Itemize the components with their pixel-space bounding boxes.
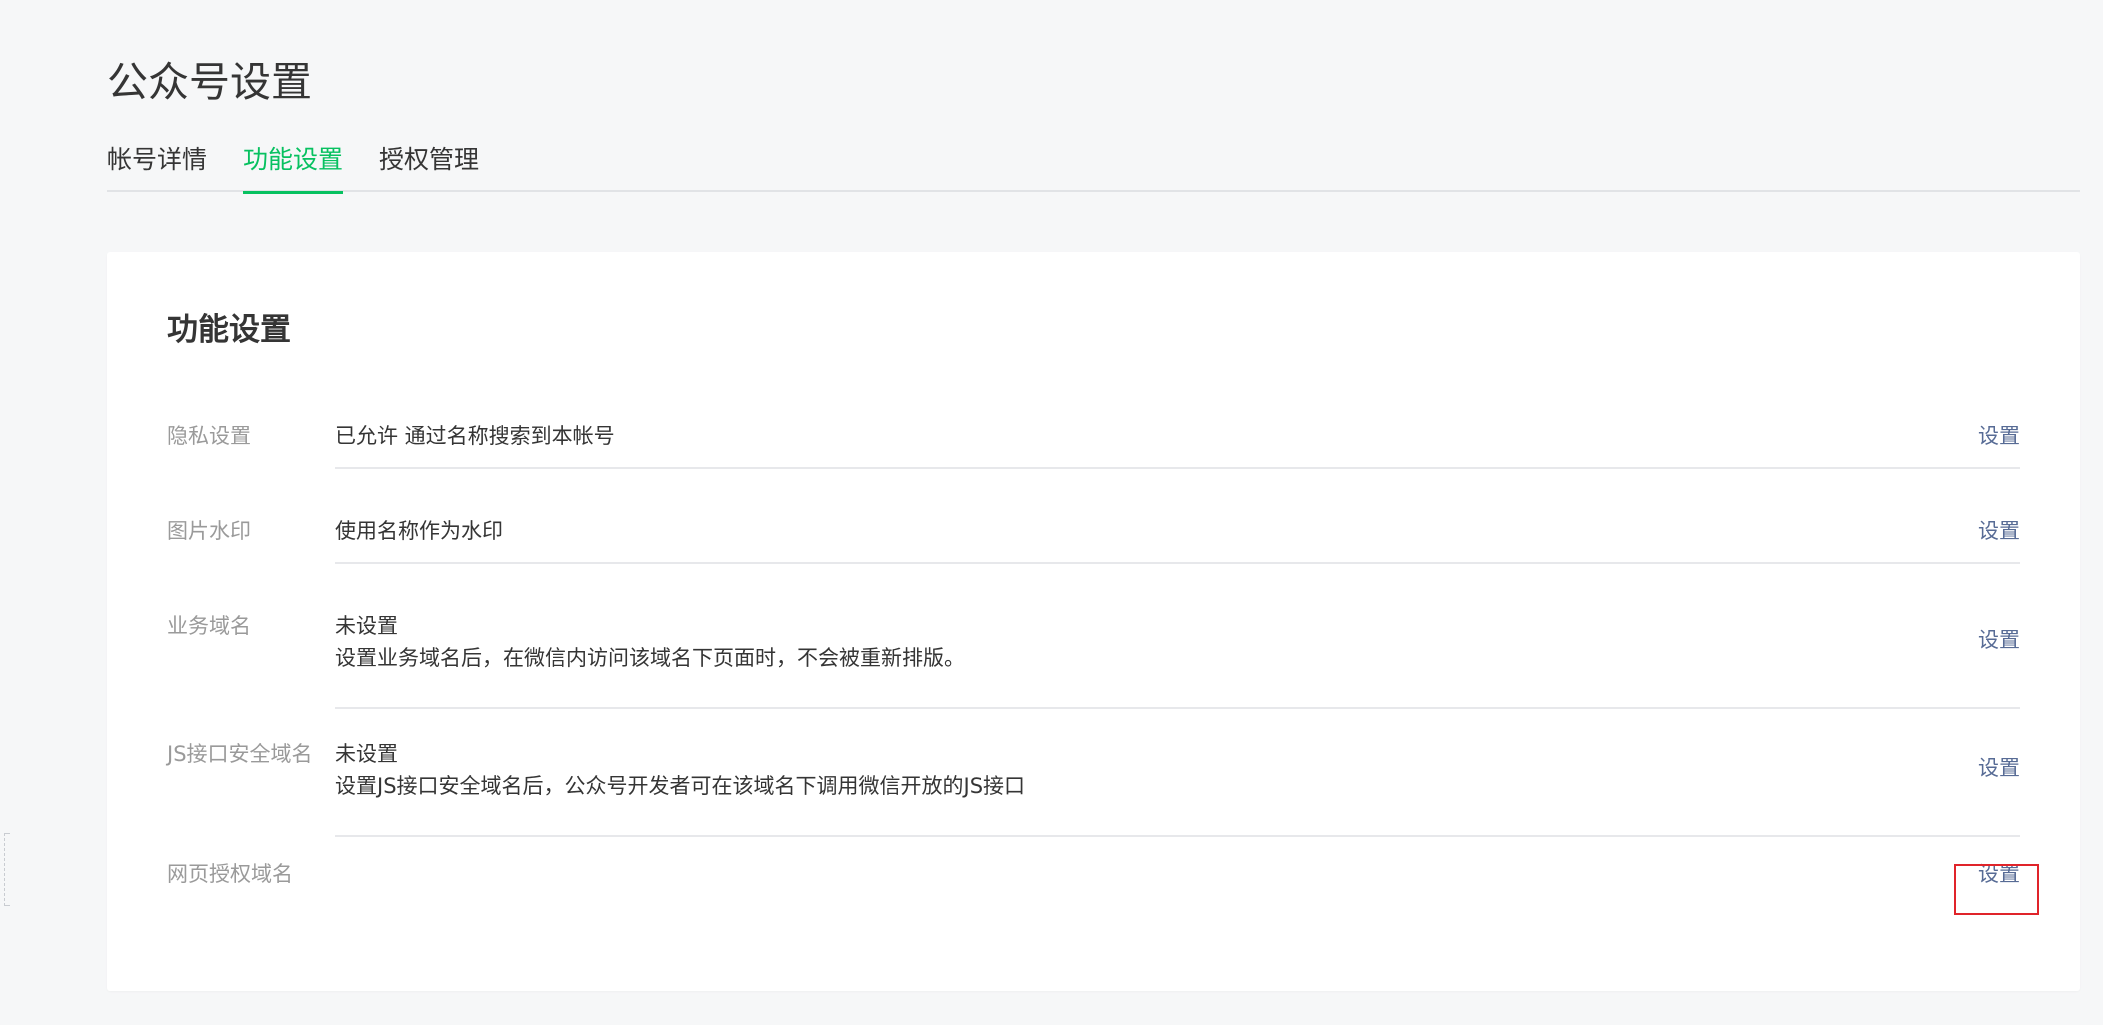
page-title: 公众号设置 xyxy=(107,58,312,106)
tab-authorization-management[interactable]: 授权管理 xyxy=(379,140,479,192)
row-divider xyxy=(335,707,2020,709)
settings-row-web-auth-domain: 网页授权域名 设置 xyxy=(167,858,2020,928)
settings-row-js-domain: JS接口安全域名 未设置 设置JS接口安全域名后，公众号开发者可在该域名下调用微… xyxy=(167,738,2020,866)
row-divider xyxy=(335,467,2020,469)
row-description: 设置JS接口安全域名后，公众号开发者可在该域名下调用微信开放的JS接口 xyxy=(335,774,1026,798)
privacy-settings-link[interactable]: 设置 xyxy=(1978,420,2020,452)
settings-row-watermark: 图片水印 使用名称作为水印 设置 xyxy=(167,515,2020,611)
row-label: JS接口安全域名 xyxy=(167,742,313,766)
row-label: 业务域名 xyxy=(167,614,251,638)
settings-page: 公众号设置 帐号详情 功能设置 授权管理 功能设置 隐私设置 已允许 通过名称搜… xyxy=(0,0,2103,1025)
row-description: 设置业务域名后，在微信内访问该域名下页面时，不会被重新排版。 xyxy=(335,646,965,670)
row-value: 已允许 通过名称搜索到本帐号 xyxy=(335,424,615,448)
tab-account-details[interactable]: 帐号详情 xyxy=(107,140,207,192)
row-value: 未设置 xyxy=(335,614,398,638)
settings-row-privacy: 隐私设置 已允许 通过名称搜索到本帐号 设置 xyxy=(167,420,2020,516)
row-value: 使用名称作为水印 xyxy=(335,519,503,543)
left-edge-dashed-handle xyxy=(4,833,10,906)
feature-settings-card: 功能设置 隐私设置 已允许 通过名称搜索到本帐号 设置 图片水印 使用名称作为水… xyxy=(107,252,2080,991)
row-label: 隐私设置 xyxy=(167,424,251,448)
row-label: 图片水印 xyxy=(167,519,251,543)
row-value: 未设置 xyxy=(335,742,398,766)
settings-row-business-domain: 业务域名 未设置 设置业务域名后，在微信内访问该域名下页面时，不会被重新排版。 … xyxy=(167,610,2020,738)
highlight-box xyxy=(1954,864,2039,915)
js-domain-settings-link[interactable]: 设置 xyxy=(1978,752,2020,784)
row-value-group: 未设置 设置业务域名后，在微信内访问该域名下页面时，不会被重新排版。 xyxy=(335,610,965,674)
card-title: 功能设置 xyxy=(167,312,291,348)
row-divider xyxy=(335,562,2020,564)
row-value-group: 未设置 设置JS接口安全域名后，公众号开发者可在该域名下调用微信开放的JS接口 xyxy=(335,738,1025,802)
tab-bar: 帐号详情 功能设置 授权管理 xyxy=(107,140,2080,194)
business-domain-settings-link[interactable]: 设置 xyxy=(1978,624,2020,656)
row-label: 网页授权域名 xyxy=(167,862,293,886)
tab-feature-settings[interactable]: 功能设置 xyxy=(243,140,344,194)
watermark-settings-link[interactable]: 设置 xyxy=(1978,515,2020,547)
row-divider xyxy=(335,835,2020,837)
